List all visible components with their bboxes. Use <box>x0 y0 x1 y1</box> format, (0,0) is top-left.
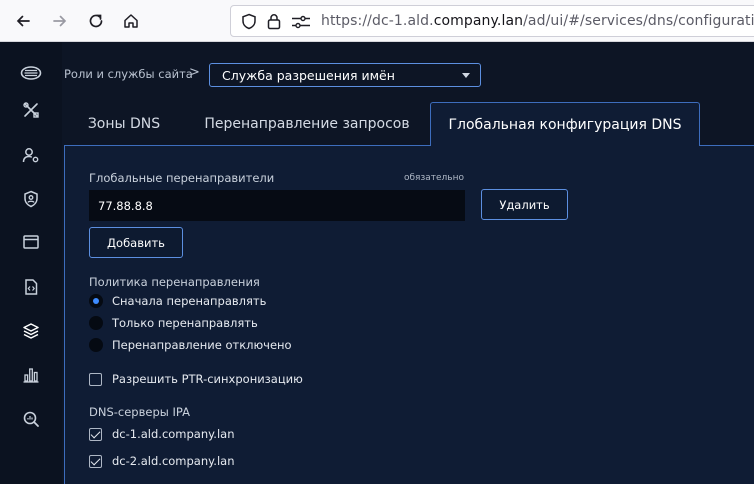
required-note: обязательно <box>404 173 464 183</box>
layers-icon[interactable] <box>18 318 44 344</box>
breadcrumb-separator: > <box>189 65 200 80</box>
home-icon <box>124 14 138 28</box>
lock-icon <box>267 14 281 30</box>
policy-option-forward-first[interactable]: Сначала перенаправлять <box>89 292 266 310</box>
reload-icon <box>89 14 103 28</box>
radio-button[interactable] <box>89 316 103 330</box>
radio-label: Перенаправление отключено <box>112 338 292 352</box>
radio-label: Только перенаправлять <box>112 316 258 330</box>
policy-option-disabled[interactable]: Перенаправление отключено <box>89 336 292 354</box>
permissions-icon <box>292 15 310 29</box>
ptr-sync-option[interactable]: Разрешить PTR-синхронизацию <box>89 370 303 388</box>
policy-label: Политика перенаправления <box>89 275 260 289</box>
dns-server-checkbox[interactable] <box>89 427 102 441</box>
tab-request-forwarding[interactable]: Перенаправление запросов <box>190 102 424 146</box>
code-file-icon[interactable] <box>18 274 44 300</box>
shield-icon <box>242 13 256 30</box>
logo-icon[interactable] <box>18 60 44 86</box>
dns-server-item[interactable]: dc-1.ald.company.lan <box>89 425 235 443</box>
tab-dns-zones[interactable]: Зоны DNS <box>64 102 184 146</box>
ptr-sync-label: Разрешить PTR-синхронизацию <box>112 372 303 386</box>
shield-user-icon[interactable] <box>18 186 44 212</box>
forwarders-label: Глобальные перенаправители <box>89 171 275 185</box>
reload-button[interactable] <box>84 9 108 33</box>
caret-down-icon <box>462 73 470 78</box>
address-bar[interactable]: https://dc-1.ald.company.lan/ad/ui/#/ser… <box>230 5 754 37</box>
dns-servers-label: DNS-серверы IPA <box>89 405 190 419</box>
service-select-value: Служба разрешения имён <box>222 68 395 83</box>
user-settings-icon[interactable] <box>18 142 44 168</box>
back-button[interactable] <box>11 9 35 33</box>
ptr-sync-checkbox[interactable] <box>89 372 102 386</box>
tools-icon[interactable] <box>18 97 44 123</box>
radio-button[interactable] <box>89 294 103 308</box>
dns-server-item[interactable]: dc-2.ald.company.lan <box>89 452 235 470</box>
dns-server-label: dc-2.ald.company.lan <box>112 454 235 468</box>
add-button[interactable]: Добавить <box>89 227 183 258</box>
sidebar <box>0 42 62 484</box>
dns-server-checkbox[interactable] <box>89 454 102 468</box>
dns-server-label: dc-1.ald.company.lan <box>112 427 235 441</box>
home-button[interactable] <box>119 9 143 33</box>
browser-toolbar: https://dc-1.ald.company.lan/ad/ui/#/ser… <box>0 0 754 42</box>
url-text: https://dc-1.ald.company.lan/ad/ui/#/ser… <box>321 13 754 29</box>
delete-button[interactable]: Удалить <box>481 189 568 220</box>
service-select[interactable]: Служба разрешения имён <box>209 63 481 87</box>
policy-option-forward-only[interactable]: Только перенаправлять <box>89 314 258 332</box>
forwarder-input[interactable] <box>89 190 465 221</box>
radio-button[interactable] <box>89 338 103 352</box>
window-icon[interactable] <box>18 229 44 255</box>
search-chart-icon[interactable] <box>18 406 44 432</box>
radio-label: Сначала перенаправлять <box>112 294 267 308</box>
breadcrumb-roles-link[interactable]: Роли и службы сайта <box>64 67 193 81</box>
back-arrow-icon <box>16 15 30 27</box>
bar-chart-icon[interactable] <box>18 362 44 388</box>
forward-arrow-icon <box>53 15 67 27</box>
tab-global-dns-config[interactable]: Глобальная конфигурация DNS <box>430 102 700 146</box>
forward-button[interactable] <box>48 9 72 33</box>
